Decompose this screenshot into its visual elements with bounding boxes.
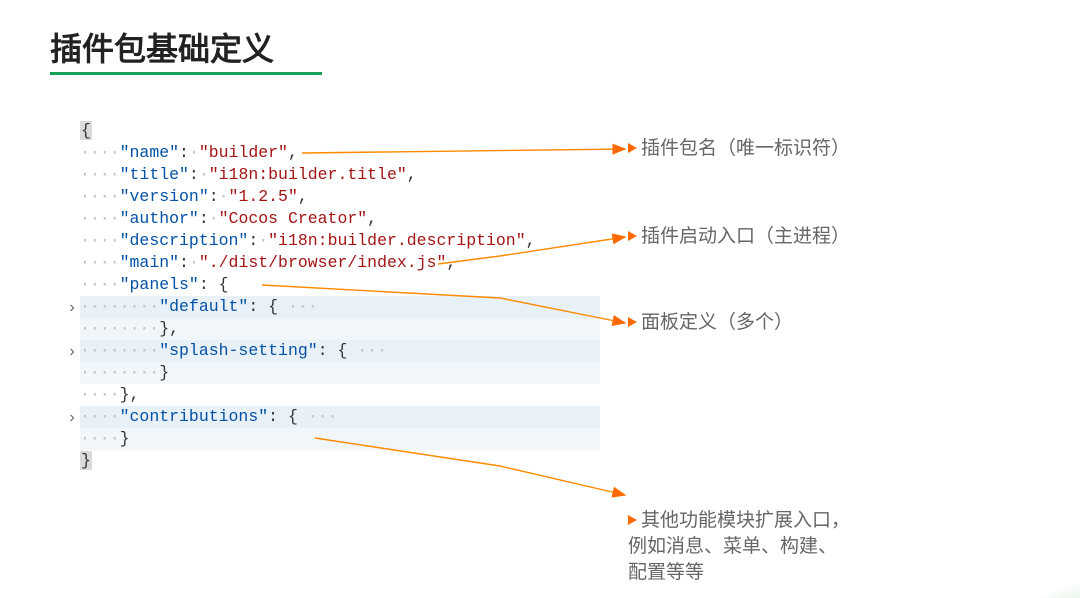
code-line-splash: ›········"splash-setting": { ··· (80, 340, 600, 362)
annotation-panels: 面板定义（多个） (628, 310, 793, 336)
code-line-default: ›········"default": { ··· (80, 296, 600, 318)
arrow-head-icon (628, 143, 637, 153)
arrow-head-icon (628, 231, 637, 241)
title-underline (50, 72, 322, 75)
decor-bottom (940, 548, 1080, 598)
code-line-desc: ····"description":·"i18n:builder.descrip… (80, 230, 600, 252)
annotation-contributions: 其他功能模块扩展入口， 例如消息、菜单、构建、 配置等等 (628, 482, 850, 586)
code-line-title: ····"title":·"i18n:builder.title", (80, 164, 600, 186)
code-line-version: ····"version":·"1.2.5", (80, 186, 600, 208)
code-line: { (80, 120, 600, 142)
code-line-name: ····"name":·"builder", (80, 142, 600, 164)
code-line-author: ····"author":·"Cocos Creator", (80, 208, 600, 230)
code-line: ········}, (80, 318, 600, 340)
code-block: { ····"name":·"builder", ····"title":·"i… (80, 120, 600, 472)
annotation-package-name: 插件包名（唯一标识符） (628, 136, 850, 162)
code-line-panels: ····"panels": { (80, 274, 600, 296)
fold-caret-icon[interactable]: › (66, 297, 78, 319)
code-line: ····} (80, 428, 600, 450)
code-line: ····}, (80, 384, 600, 406)
arrow-head-icon (628, 515, 637, 525)
code-line: ········} (80, 362, 600, 384)
code-line: } (80, 450, 600, 472)
decor-top (1052, 0, 1080, 110)
fold-caret-icon[interactable]: › (66, 407, 78, 429)
code-line-contrib: ›····"contributions": { ··· (80, 406, 600, 428)
arrow-head-icon (628, 317, 637, 327)
code-line-main: ····"main":·"./dist/browser/index.js", (80, 252, 600, 274)
fold-caret-icon[interactable]: › (66, 341, 78, 363)
annotation-main-entry: 插件启动入口（主进程） (628, 224, 850, 250)
